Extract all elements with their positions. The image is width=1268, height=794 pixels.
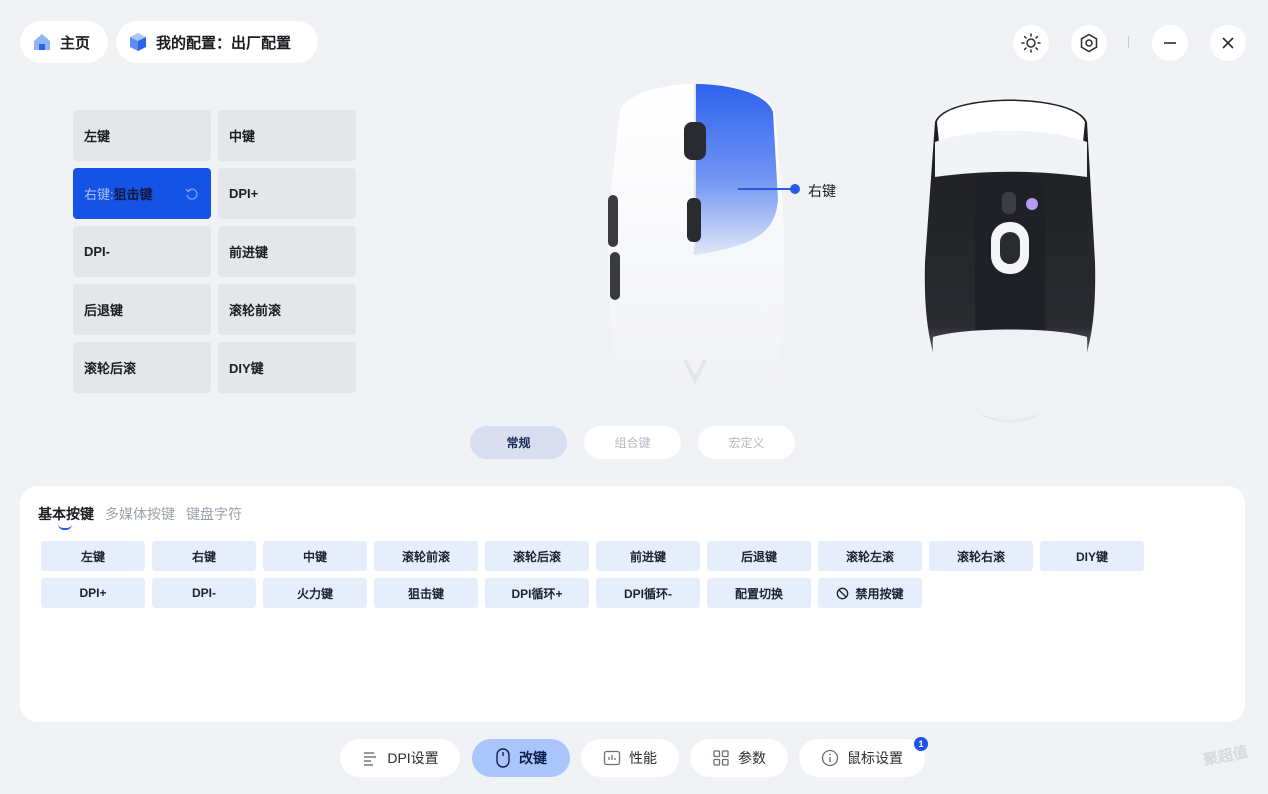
nav-label: DPI设置 bbox=[387, 750, 439, 766]
option-scroll-up[interactable]: 滚轮前滚 bbox=[374, 541, 478, 571]
profile-label: 我的配置：出厂配置 bbox=[156, 34, 292, 52]
app-window: 主页 我的配置：出厂配置 左键 中键 右键:狙击键 DPI+ DPI- 前进键 … bbox=[0, 0, 1268, 794]
key-assigned-label: 狙击键 bbox=[113, 187, 153, 202]
key-label: 后退键 bbox=[84, 303, 124, 318]
key-options-panel: 基本按键 多媒体按键 键盘字符 左键 右键 中键 滚轮前滚 滚轮后滚 前进键 后… bbox=[20, 486, 1245, 722]
mode-tab-general[interactable]: 常规 bbox=[470, 426, 567, 459]
profile-selector[interactable]: 我的配置：出厂配置 bbox=[116, 21, 318, 63]
minimize-icon bbox=[1164, 42, 1176, 44]
dpi-bars-icon bbox=[364, 752, 377, 766]
header-divider bbox=[1128, 36, 1129, 48]
mouse-bottom-image bbox=[924, 99, 1096, 424]
option-left[interactable]: 左键 bbox=[41, 541, 145, 571]
grid-icon bbox=[713, 750, 729, 766]
option-profile-switch[interactable]: 配置切换 bbox=[707, 578, 811, 608]
key-back[interactable]: 后退键 bbox=[73, 284, 211, 335]
key-scroll-down[interactable]: 滚轮后滚 bbox=[73, 342, 211, 393]
active-tab-indicator bbox=[58, 524, 72, 530]
nav-label: 鼠标设置 bbox=[847, 750, 903, 766]
option-scroll-right[interactable]: 滚轮右滚 bbox=[929, 541, 1033, 571]
mouse-icon bbox=[496, 748, 510, 768]
option-middle[interactable]: 中键 bbox=[263, 541, 367, 571]
minimize-button[interactable] bbox=[1152, 25, 1188, 61]
key-label: 右键:狙击键 bbox=[84, 184, 153, 203]
key-label: DPI+ bbox=[229, 186, 259, 201]
callout-label: 右键 bbox=[808, 183, 836, 199]
nav-parameters[interactable]: 参数 bbox=[690, 739, 788, 777]
nav-label: 性能 bbox=[629, 750, 657, 766]
option-fire[interactable]: 火力键 bbox=[263, 578, 367, 608]
mode-tab-macro[interactable]: 宏定义 bbox=[698, 426, 795, 459]
key-left[interactable]: 左键 bbox=[73, 110, 211, 161]
key-label: 左键 bbox=[84, 129, 111, 144]
key-forward[interactable]: 前进键 bbox=[218, 226, 356, 277]
option-forward[interactable]: 前进键 bbox=[596, 541, 700, 571]
option-scroll-down[interactable]: 滚轮后滚 bbox=[485, 541, 589, 571]
watermark-logo: 聚超值 bbox=[1201, 743, 1250, 770]
nav-dpi-settings[interactable]: DPI设置 bbox=[340, 739, 460, 777]
option-dpi-down[interactable]: DPI- bbox=[152, 578, 256, 608]
home-label: 主页 bbox=[60, 34, 91, 52]
panel-tab-keyboard[interactable]: 键盘字符 bbox=[186, 504, 242, 524]
option-label: 禁用按键 bbox=[855, 586, 904, 601]
hex-settings-icon bbox=[1080, 33, 1098, 53]
key-dpi-up[interactable]: DPI+ bbox=[218, 168, 356, 219]
ban-icon bbox=[837, 587, 849, 599]
performance-icon bbox=[603, 750, 621, 766]
option-scroll-left[interactable]: 滚轮左滚 bbox=[818, 541, 922, 571]
callout-line bbox=[738, 188, 794, 190]
close-icon bbox=[1222, 37, 1234, 49]
option-dpi-up[interactable]: DPI+ bbox=[41, 578, 145, 608]
option-back[interactable]: 后退键 bbox=[707, 541, 811, 571]
key-label: DIY键 bbox=[229, 361, 264, 376]
key-label: DPI- bbox=[84, 244, 110, 259]
key-diy[interactable]: DIY键 bbox=[218, 342, 356, 393]
callout-dot bbox=[790, 184, 800, 194]
key-label: 滚轮前滚 bbox=[229, 303, 282, 318]
nav-label: 参数 bbox=[738, 750, 766, 766]
mode-tab-combo[interactable]: 组合键 bbox=[584, 426, 681, 459]
key-label: 滚轮后滚 bbox=[84, 361, 137, 376]
key-middle[interactable]: 中键 bbox=[218, 110, 356, 161]
panel-tab-basic[interactable]: 基本按键 bbox=[38, 504, 94, 524]
settings-button[interactable] bbox=[1071, 25, 1107, 61]
key-original-label: 右键: bbox=[84, 187, 114, 202]
notification-badge: 1 bbox=[914, 737, 928, 751]
key-scroll-up[interactable]: 滚轮前滚 bbox=[218, 284, 356, 335]
key-label: 中键 bbox=[229, 129, 256, 144]
option-disable[interactable]: 禁用按键 bbox=[818, 578, 922, 608]
key-dpi-down[interactable]: DPI- bbox=[73, 226, 211, 277]
cube-icon bbox=[130, 33, 146, 51]
theme-button[interactable] bbox=[1013, 25, 1049, 61]
key-label: 前进键 bbox=[229, 245, 269, 260]
close-button[interactable] bbox=[1210, 25, 1246, 61]
option-right[interactable]: 右键 bbox=[152, 541, 256, 571]
option-sniper[interactable]: 狙击键 bbox=[374, 578, 478, 608]
sun-icon bbox=[1021, 33, 1041, 53]
home-button[interactable]: 主页 bbox=[20, 21, 108, 63]
mouse-top-image[interactable] bbox=[590, 80, 800, 420]
panel-tab-media[interactable]: 多媒体按键 bbox=[105, 504, 175, 524]
home-icon bbox=[34, 34, 50, 50]
option-dpi-cycle-up[interactable]: DPI循环+ bbox=[485, 578, 589, 608]
option-dpi-cycle-down[interactable]: DPI循环- bbox=[596, 578, 700, 608]
nav-mouse-settings[interactable]: 鼠标设置 bbox=[799, 739, 925, 777]
option-diy[interactable]: DIY键 bbox=[1040, 541, 1144, 571]
info-icon bbox=[821, 749, 839, 767]
key-right-selected[interactable]: 右键:狙击键 bbox=[73, 168, 211, 219]
reset-icon[interactable] bbox=[185, 187, 199, 201]
nav-remap[interactable]: 改键 bbox=[472, 739, 570, 777]
nav-performance[interactable]: 性能 bbox=[581, 739, 679, 777]
nav-label: 改键 bbox=[519, 750, 547, 766]
